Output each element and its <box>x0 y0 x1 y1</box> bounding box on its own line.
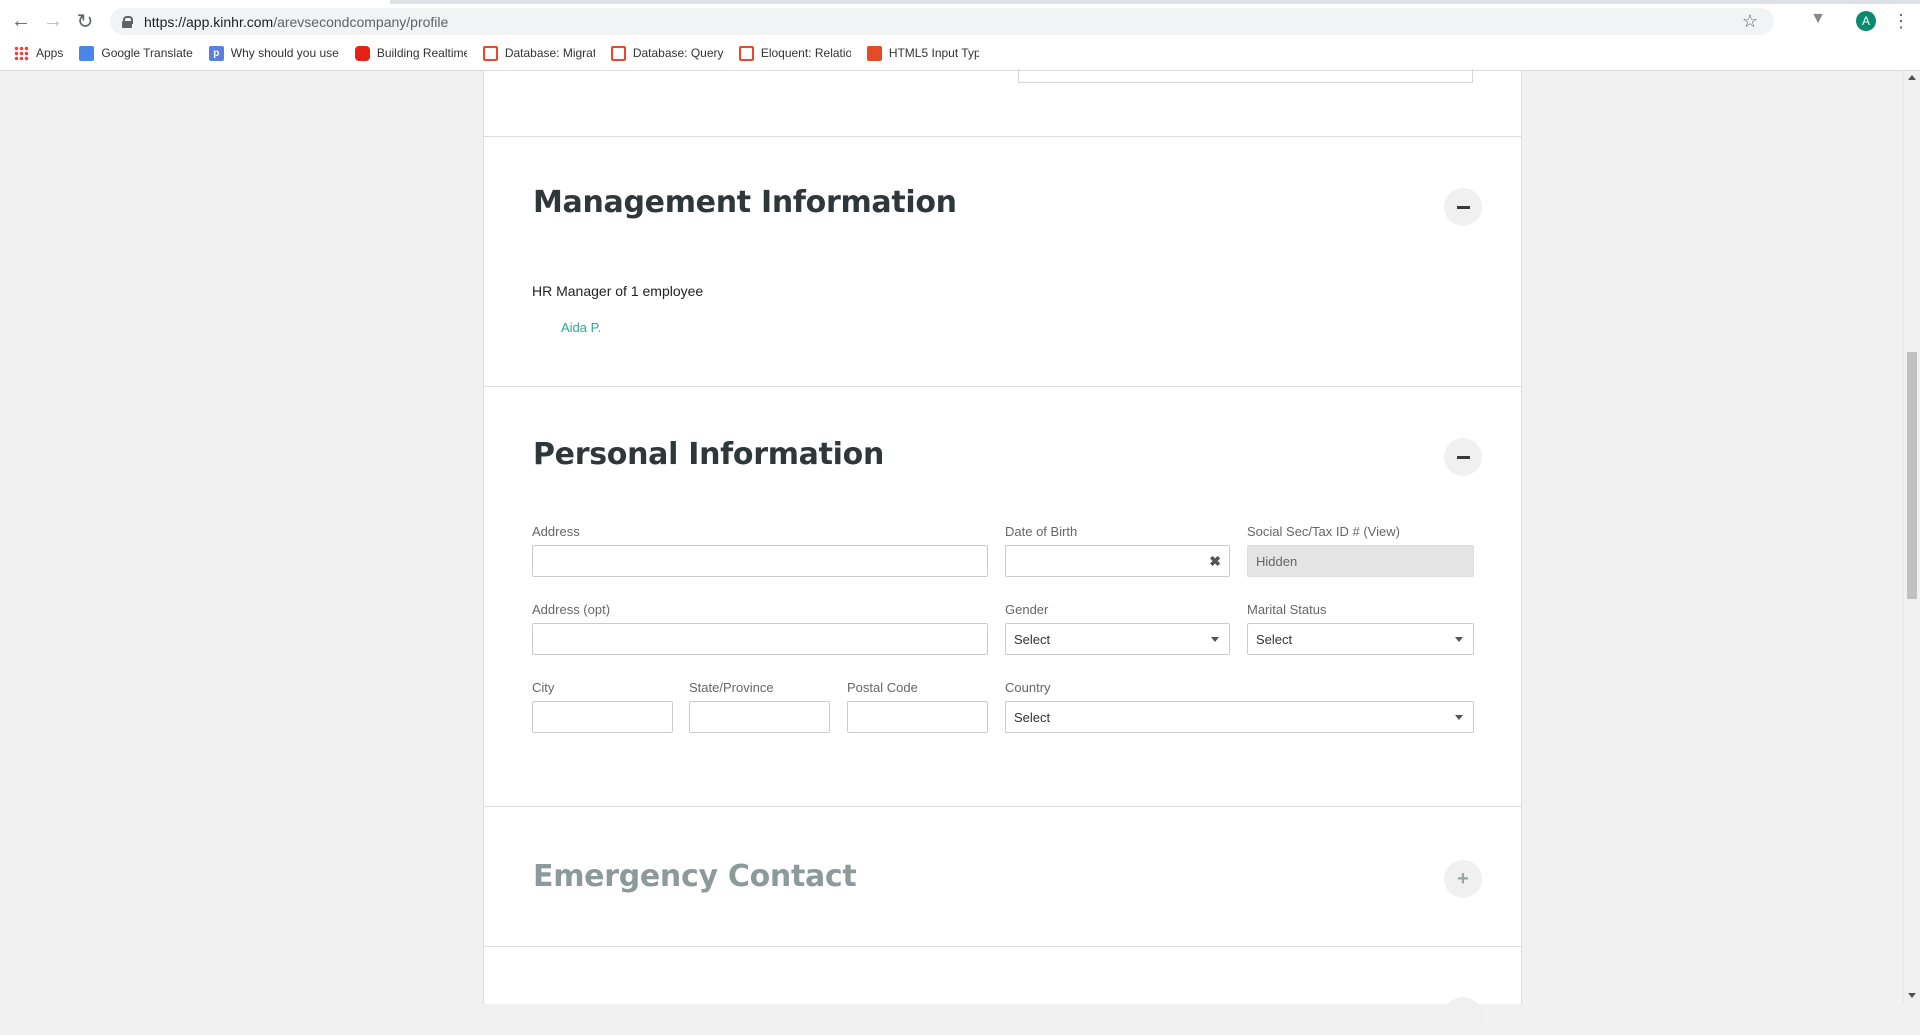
emergency-section: Emergency Contact + <box>484 807 1521 947</box>
management-summary: HR Manager of 1 employee <box>532 283 704 299</box>
next-section-partial <box>484 947 1521 1035</box>
bookmark-apps[interactable]: Apps <box>14 45 64 61</box>
previous-field-bottom[interactable] <box>1018 69 1473 83</box>
bookmark-star-icon[interactable]: ☆ <box>1742 11 1758 32</box>
forward-arrow-icon[interactable]: → <box>41 9 65 33</box>
postal-label: Postal Code <box>847 680 918 695</box>
ssn-view-link[interactable]: (View) <box>1363 524 1400 539</box>
state-label: State/Province <box>689 680 774 695</box>
youtube-icon <box>354 45 370 61</box>
marital-value: Select <box>1256 631 1293 647</box>
personal-title: Personal Information <box>533 437 884 472</box>
bookmark-label: Database: Migrations <box>504 46 595 60</box>
google-translate-icon <box>79 45 95 61</box>
employee-link[interactable]: Aida P. <box>561 320 601 335</box>
management-section: Management Information HR Manager of 1 e… <box>484 137 1521 387</box>
ssn-input: Hidden <box>1247 545 1474 577</box>
bookmark-html5-input-types[interactable]: HTML5 Input Types: \ <box>866 45 979 61</box>
address-input[interactable] <box>532 545 988 577</box>
gender-select[interactable]: Select <box>1005 623 1230 655</box>
expand-next-section-button[interactable] <box>1444 997 1482 1035</box>
previous-section-tail <box>484 69 1521 137</box>
marital-label: Marital Status <box>1247 602 1327 617</box>
scroll-thumb[interactable] <box>1907 352 1917 599</box>
bookmark-label: Building Realtime Ch <box>376 46 467 60</box>
ssn-label: Social Sec/Tax ID # (View) <box>1247 524 1400 539</box>
apps-grid-icon <box>14 45 29 61</box>
bookmark-google-translate[interactable]: Google Translate <box>79 45 193 61</box>
page-content: Management Information HR Manager of 1 e… <box>0 69 1920 1035</box>
dropdown-caret-icon <box>1211 637 1219 642</box>
collapse-personal-button[interactable] <box>1444 438 1482 476</box>
bookmark-db-query-builder[interactable]: Database: Query Buil <box>610 45 723 61</box>
html5-icon <box>866 45 882 61</box>
gender-label: Gender <box>1005 602 1049 617</box>
p-icon: p <box>208 45 224 61</box>
laravel-icon <box>738 45 754 61</box>
tab-strip <box>0 0 1920 4</box>
browser-menu-icon[interactable]: ⋮ <box>1892 9 1910 33</box>
browser-chrome: ← → ↻ https://app.kinhr.com/arevsecondco… <box>0 0 1920 71</box>
address-label: Address <box>532 524 580 539</box>
profile-avatar[interactable]: A <box>1856 11 1876 31</box>
bookmark-db-migrations[interactable]: Database: Migrations <box>482 45 595 61</box>
url-host: https://app.kinhr.com <box>144 13 274 30</box>
lock-icon <box>122 15 133 28</box>
minus-icon <box>1456 455 1470 459</box>
bookmark-label: Google Translate <box>101 46 193 60</box>
extension-icon[interactable]: ▼ <box>1808 10 1828 30</box>
scroll-down-arrow-icon[interactable] <box>1908 993 1916 998</box>
gender-value: Select <box>1014 631 1051 647</box>
bookmark-eloquent[interactable]: Eloquent: Relationsh <box>738 45 851 61</box>
laravel-icon <box>610 45 626 61</box>
bookmarks-bar: Apps Google Translate p Why should you us… <box>0 41 1920 65</box>
clear-date-icon[interactable]: ✖ <box>1209 553 1221 570</box>
bookmark-why-should-you-use[interactable]: p Why should you use <box>208 45 339 61</box>
state-input[interactable] <box>689 701 830 733</box>
postal-input[interactable] <box>847 701 988 733</box>
country-select[interactable]: Select <box>1005 701 1474 733</box>
minus-icon <box>1456 205 1470 209</box>
country-value: Select <box>1014 709 1051 725</box>
address-opt-label: Address (opt) <box>532 602 611 617</box>
country-label: Country <box>1005 680 1051 695</box>
bookmark-label: HTML5 Input Types: \ <box>888 46 979 60</box>
marital-select[interactable]: Select <box>1247 623 1474 655</box>
reload-icon[interactable]: ↻ <box>73 9 97 33</box>
profile-card: Management Information HR Manager of 1 e… <box>483 69 1522 1035</box>
dropdown-caret-icon <box>1455 715 1463 720</box>
expand-emergency-button[interactable]: + <box>1444 860 1482 898</box>
bookmark-label: Database: Query Buil <box>632 46 723 60</box>
scroll-up-arrow-icon[interactable] <box>1908 75 1916 80</box>
personal-section: Personal Information Address Date of Bir… <box>484 387 1521 807</box>
page-scrollbar[interactable] <box>1903 71 1920 1004</box>
dob-input[interactable]: ✖ <box>1005 545 1230 577</box>
url-path: /arevsecondcompany/profile <box>273 13 449 30</box>
dob-label: Date of Birth <box>1005 524 1078 539</box>
city-input[interactable] <box>532 701 673 733</box>
plus-icon: + <box>1457 867 1469 890</box>
laravel-icon <box>482 45 498 61</box>
back-arrow-icon[interactable]: ← <box>9 9 33 33</box>
ssn-label-text: Social Sec/Tax ID # <box>1247 524 1360 539</box>
bookmark-label: Why should you use <box>230 46 339 60</box>
dropdown-caret-icon <box>1455 637 1463 642</box>
emergency-title[interactable]: Emergency Contact <box>533 859 857 894</box>
url-text: https://app.kinhr.com/arevsecondcompany/… <box>144 14 448 30</box>
active-tab[interactable] <box>0 0 390 4</box>
city-label: City <box>532 680 555 695</box>
collapse-management-button[interactable] <box>1444 188 1482 226</box>
bookmark-building-realtime[interactable]: Building Realtime Ch <box>354 45 467 61</box>
address-bar[interactable]: https://app.kinhr.com/arevsecondcompany/… <box>110 8 1774 35</box>
bookmark-label: Eloquent: Relationsh <box>760 46 851 60</box>
address-opt-input[interactable] <box>532 623 988 655</box>
bookmark-label: Apps <box>36 46 64 60</box>
management-title: Management Information <box>533 185 957 220</box>
